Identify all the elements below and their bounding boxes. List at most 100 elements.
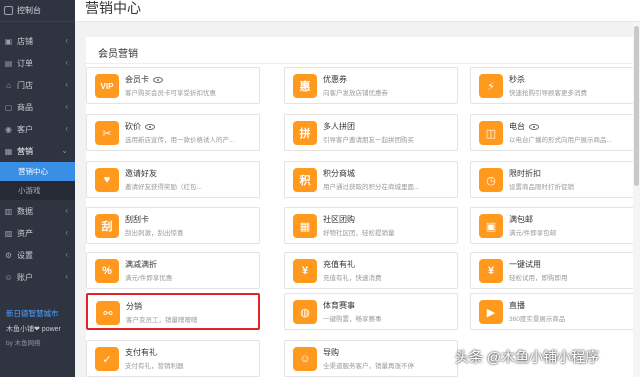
marketing-card[interactable]: 惠优惠券 向客户发放店铺优惠券 bbox=[284, 67, 458, 104]
sidebar-item-assets[interactable]: ▧ 资产 ‹ bbox=[0, 222, 75, 244]
card-desc: 引导客户邀请朋友一起拼团购买 bbox=[323, 137, 414, 144]
card-name-text: 多人拼团 bbox=[323, 122, 355, 131]
card-desc: 充值有礼，快速消费 bbox=[323, 275, 382, 282]
marketing-card[interactable]: ⚡ 秒杀 快速抢购引导顾客更多消费 bbox=[470, 67, 640, 104]
marketing-card[interactable]: ☺ 导购 全渠道服务客户，销量再涨不停 bbox=[284, 340, 458, 377]
card-name: 多人拼团 bbox=[323, 121, 355, 132]
sidebar-item-marketing[interactable]: ▦ 营销 ⌄ bbox=[0, 140, 75, 162]
eye-icon[interactable] bbox=[145, 123, 155, 130]
sidebar-item-goods[interactable]: ▢ 商品 ‹ bbox=[0, 96, 75, 118]
card-name: 电台 bbox=[509, 121, 539, 132]
sidebar-item-data[interactable]: ▥ 数据 ‹ bbox=[0, 200, 75, 222]
page-header: 营销中心 bbox=[75, 0, 640, 22]
card-desc: 用户通过获取的积分在商城里面... bbox=[323, 184, 420, 191]
card-desc: 轻松试用，即购即用 bbox=[509, 275, 568, 282]
sidebar-console[interactable]: 控制台 bbox=[0, 0, 75, 22]
group-buy-icon: 拼 bbox=[293, 121, 317, 145]
eye-icon[interactable] bbox=[153, 76, 163, 83]
card-name-text: 社区团购 bbox=[323, 215, 355, 224]
card-desc: 客户变员工，销量噌噌噌 bbox=[126, 317, 198, 324]
marketing-card[interactable]: 刮刮刮卡 刮出刺激，刮出惊喜 bbox=[86, 207, 260, 244]
card-desc: 支付有礼，营销利器 bbox=[125, 363, 184, 370]
invite-friends-icon: ♥ bbox=[95, 168, 119, 192]
card-desc: 好物社区团，轻松提销量 bbox=[323, 230, 395, 237]
promo-line-1[interactable]: 新日德智慧城市 bbox=[6, 308, 69, 319]
marketing-card[interactable]: ♥ 邀请好友 邀请好友获得奖励（红包... bbox=[86, 161, 260, 198]
sidebar-item-label: 资产 bbox=[17, 228, 33, 238]
bargain-icon: ✂ bbox=[95, 121, 119, 145]
card-desc: 快速抢购引导顾客更多消费 bbox=[509, 90, 587, 97]
full-reduction-icon: % bbox=[95, 259, 119, 283]
marketing-card[interactable]: % 满减满折 满元/件即享优惠 bbox=[86, 252, 260, 289]
card-name: 优惠券 bbox=[323, 74, 347, 85]
marketing-card[interactable]: 积积分商城用户通过获取的积分在商城里面... bbox=[284, 161, 458, 198]
sidebar-item-account[interactable]: ☺ 账户 ‹ bbox=[0, 266, 75, 288]
scrollbar-thumb[interactable] bbox=[634, 26, 639, 186]
card-name-text: 满减满折 bbox=[125, 260, 157, 269]
sidebar-console-label: 控制台 bbox=[17, 6, 41, 15]
sidebar-item-store[interactable]: ▣ 店铺 ‹ bbox=[0, 30, 75, 52]
card-name-text: 限时折扣 bbox=[509, 169, 541, 178]
chevron-left-icon: ‹ bbox=[65, 228, 68, 237]
sidebar-item-label: 设置 bbox=[17, 250, 33, 260]
sports-event-icon: ◍ bbox=[293, 300, 317, 324]
sidebar-item-label: 客户 bbox=[17, 124, 33, 134]
marketing-panel: 会员营销 VIP 会员卡 客户购买会员卡可享受折扣优惠 惠优惠券 向客户发放店铺优惠券 ⚡… bbox=[86, 37, 640, 377]
eye-icon[interactable] bbox=[529, 123, 539, 130]
card-name: 限时折扣 bbox=[509, 168, 541, 179]
marketing-card[interactable]: ▦ 社区团购 好物社区团，轻松提销量 bbox=[284, 207, 458, 244]
card-name: 导购 bbox=[323, 347, 339, 358]
marketing-card[interactable]: ✂ 砍价 选用新店宣传，用一款价格诱人的产... bbox=[86, 114, 260, 151]
card-name-text: 体育赛事 bbox=[323, 301, 355, 310]
store-icon: ▣ bbox=[4, 36, 13, 46]
marketing-card[interactable]: ▶ 直播 360度实景展示商品 bbox=[470, 293, 640, 330]
marketing-card[interactable]: ¥ 一键试用 轻松试用，即购即用 bbox=[470, 252, 640, 289]
card-name: 会员卡 bbox=[125, 74, 163, 85]
card-desc: 选用新店宣传，用一款价格诱人的产... bbox=[125, 137, 235, 144]
card-desc: 一键购置，畅享赛事 bbox=[323, 316, 382, 323]
card-desc: 设置商品限时打折促销 bbox=[509, 184, 574, 191]
chevron-left-icon: ‹ bbox=[65, 102, 68, 111]
shop-icon: ⌂ bbox=[6, 80, 11, 90]
marketing-card[interactable]: ¥ 充值有礼 充值有礼，快速消费 bbox=[284, 252, 458, 289]
card-name-text: 积分商城 bbox=[323, 169, 355, 178]
recharge-gift-icon: ¥ bbox=[293, 259, 317, 283]
sidebar-item-label: 订单 bbox=[17, 58, 33, 68]
sidebar-sub-marketing-center[interactable]: 营销中心 bbox=[0, 162, 75, 181]
marketing-card[interactable]: ⚯ 分销 客户变员工，销量噌噌噌 bbox=[86, 293, 260, 330]
card-name: 邀请好友 bbox=[125, 168, 157, 179]
sidebar-item-label: 门店 bbox=[17, 80, 33, 90]
points-mall-icon: 积 bbox=[293, 168, 317, 192]
customer-icon: ◉ bbox=[5, 124, 12, 134]
sidebar-item-shop[interactable]: ⌂ 门店 ‹ bbox=[0, 74, 75, 96]
sidebar-item-order[interactable]: ▤ 订单 ‹ bbox=[0, 52, 75, 74]
marketing-card[interactable]: ✓ 支付有礼 支付有礼，营销利器 bbox=[86, 340, 260, 377]
sidebar-item-customer[interactable]: ◉ 客户 ‹ bbox=[0, 118, 75, 140]
scrollbar[interactable] bbox=[633, 22, 640, 377]
chevron-left-icon: ‹ bbox=[65, 80, 68, 89]
console-icon bbox=[4, 6, 13, 15]
card-name-text: 满包邮 bbox=[509, 215, 533, 224]
promo-line-2: 木鱼小铺❤ power bbox=[6, 326, 61, 333]
marketing-card[interactable]: VIP 会员卡 客户购买会员卡可享受折扣优惠 bbox=[86, 67, 260, 104]
order-icon: ▤ bbox=[4, 58, 13, 68]
sidebar-item-label: 营销 bbox=[17, 146, 33, 156]
card-name: 积分商城 bbox=[323, 168, 355, 179]
marketing-card[interactable]: ◫ 电台 以电台广播的形式向用户展示商品... bbox=[470, 114, 640, 151]
vip-card-icon: VIP bbox=[95, 74, 119, 98]
page-title: 营销中心 bbox=[85, 0, 141, 16]
trial-icon: ¥ bbox=[479, 259, 503, 283]
marketing-card[interactable]: 拼多人拼团引导客户邀请朋友一起拼团购买 bbox=[284, 114, 458, 151]
card-name-text: 直播 bbox=[509, 301, 525, 310]
sidebar-item-settings[interactable]: ⚙ 设置 ‹ bbox=[0, 244, 75, 266]
card-name: 满减满折 bbox=[125, 259, 157, 270]
marketing-icon: ▦ bbox=[4, 146, 13, 156]
card-desc: 满元/件即享包邮 bbox=[509, 230, 557, 237]
marketing-card[interactable]: ◍ 体育赛事一键购置，畅享赛事 bbox=[284, 293, 458, 330]
sidebar-item-label: 数据 bbox=[17, 206, 33, 216]
sidebar-sub-mini-games[interactable]: 小游戏 bbox=[0, 181, 75, 200]
marketing-card[interactable]: ▣ 满包邮 满元/件即享包邮 bbox=[470, 207, 640, 244]
card-name: 支付有礼 bbox=[125, 347, 157, 358]
marketing-card[interactable]: ◷ 限时折扣 设置商品限时打折促销 bbox=[470, 161, 640, 198]
card-name-text: 秒杀 bbox=[509, 75, 525, 84]
